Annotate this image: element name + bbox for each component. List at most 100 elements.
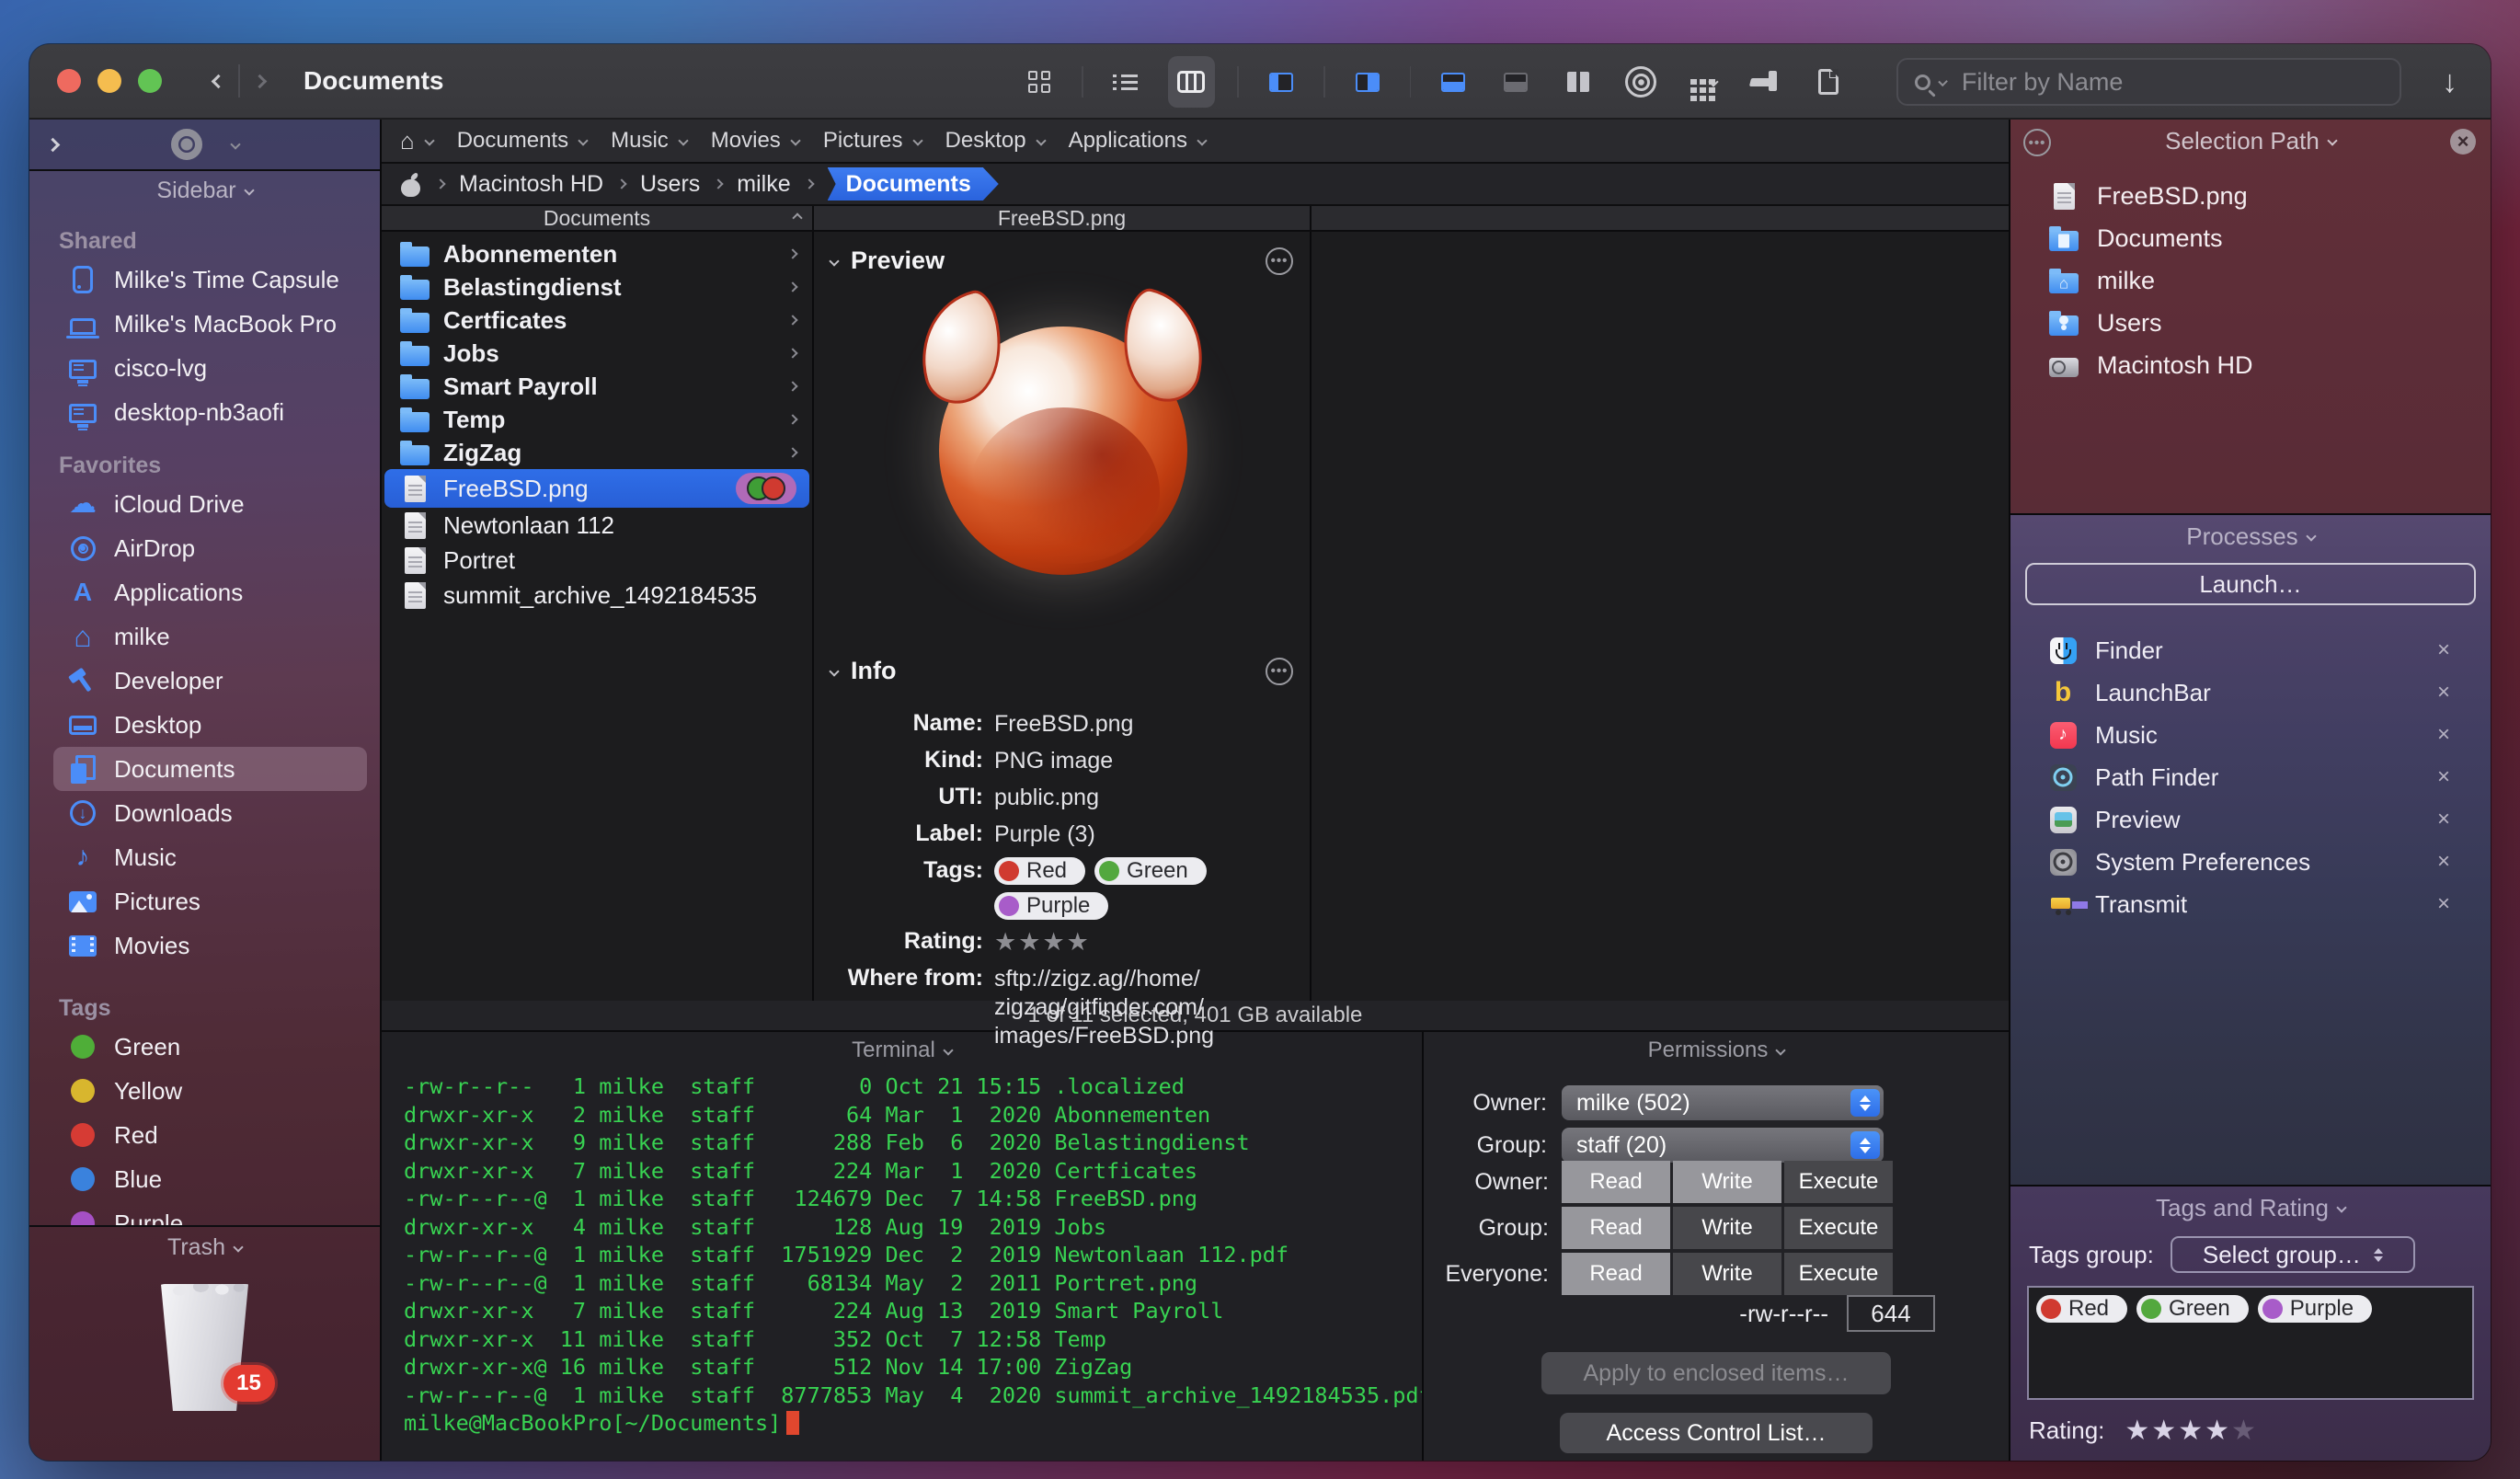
shortcut-folder-menu[interactable]: Music — [611, 128, 689, 154]
shortcut-folder-menu[interactable]: Movies — [711, 128, 801, 154]
minimize-window-button[interactable] — [97, 69, 121, 93]
zoom-window-button[interactable] — [138, 69, 162, 93]
folder-row[interactable]: Abonnementen — [384, 237, 809, 270]
quit-process-icon[interactable]: × — [2437, 722, 2450, 748]
dual-pane-button[interactable] — [1558, 56, 1598, 108]
quit-process-icon[interactable]: × — [2437, 637, 2450, 663]
selection-path-header[interactable]: Selection Path — [2010, 120, 2491, 162]
sidebar-item[interactable]: ♪ Music — [53, 835, 367, 879]
quit-process-icon[interactable]: × — [2437, 849, 2450, 875]
sidebar-item[interactable]: desktop-nb3aofi — [53, 390, 367, 434]
owner-select[interactable]: milke (502) — [1562, 1085, 1884, 1120]
sidebar-tag-item[interactable]: Blue — [53, 1157, 367, 1201]
quit-process-icon[interactable]: × — [2437, 891, 2450, 917]
read-toggle[interactable]: Read — [1562, 1207, 1670, 1249]
tag-pill[interactable]: Purple — [994, 892, 1109, 920]
shortcut-folder-menu[interactable]: Applications — [1069, 128, 1208, 154]
tag-pill[interactable]: Green — [1094, 857, 1207, 885]
process-row[interactable]: Finder × — [2047, 629, 2491, 671]
tools-button[interactable] — [1746, 56, 1786, 108]
shortcut-folder-menu[interactable]: Desktop — [945, 128, 1047, 154]
star-icon[interactable]: ★ — [2125, 1416, 2151, 1446]
execute-toggle[interactable]: Execute — [1784, 1253, 1893, 1295]
more-options-icon[interactable] — [2023, 129, 2051, 156]
more-options-icon[interactable] — [1266, 657, 1293, 685]
group-select[interactable]: staff (20) — [1562, 1128, 1884, 1163]
sidebar-item[interactable]: ↓ Downloads — [53, 791, 367, 835]
tag-pill[interactable]: Red — [994, 857, 1086, 885]
sidebar-item[interactable]: Milke's MacBook Pro — [53, 302, 367, 346]
process-row[interactable]: Transmit × — [2047, 883, 2491, 925]
tags-rating-header[interactable]: Tags and Rating — [2010, 1187, 2491, 1229]
chevron-down-icon[interactable] — [229, 139, 241, 150]
toggle-drawer-button[interactable] — [1495, 56, 1536, 108]
sidebar-tag-item[interactable]: Red — [53, 1113, 367, 1157]
filter-field[interactable] — [1896, 58, 2401, 106]
folder-row[interactable]: Smart Payroll — [384, 370, 809, 403]
column-view-button[interactable] — [1167, 56, 1216, 108]
process-row[interactable]: b LaunchBar × — [2047, 671, 2491, 714]
sidebar-item[interactable]: cisco-lvg — [53, 346, 367, 390]
rating-stars[interactable]: ★★★★★ — [2125, 1415, 2258, 1447]
file-row[interactable]: summit_archive_1492184535 — [384, 578, 809, 613]
folder-row[interactable]: Jobs — [384, 337, 809, 370]
record-target-icon[interactable] — [170, 129, 202, 160]
write-toggle[interactable]: Write — [1673, 1161, 1781, 1203]
toggle-right-panel-button[interactable] — [1347, 56, 1388, 108]
sidebar-item[interactable]: Desktop — [53, 703, 367, 747]
selection-path-item[interactable]: ⌂ milke — [2047, 259, 2491, 302]
process-row[interactable]: System Preferences × — [2047, 841, 2491, 883]
read-toggle[interactable]: Read — [1562, 1161, 1670, 1203]
sidebar-item[interactable]: Milke's Time Capsule — [53, 258, 367, 302]
forward-button[interactable] — [252, 74, 268, 88]
sidebar-item[interactable]: Developer — [53, 659, 367, 703]
close-panel-icon[interactable]: × — [2450, 129, 2476, 155]
breadcrumb-item[interactable]: Users — [640, 171, 700, 198]
tag-pill[interactable]: Red — [2036, 1295, 2128, 1323]
shortcut-home[interactable]: ⌂ — [400, 129, 435, 153]
star-icon[interactable]: ★ — [1042, 928, 1066, 956]
downloads-arrow-icon[interactable]: ↓ — [2442, 64, 2457, 100]
tag-pill[interactable]: Green — [2136, 1295, 2249, 1323]
file-row[interactable]: Portret — [384, 543, 809, 578]
quit-process-icon[interactable]: × — [2437, 807, 2450, 832]
folder-row[interactable]: Belastingdienst — [384, 270, 809, 304]
selection-path-item[interactable]: FreeBSD.png — [2047, 175, 2491, 217]
star-icon[interactable]: ★ — [2205, 1416, 2231, 1446]
close-window-button[interactable] — [57, 69, 81, 93]
apply-to-enclosed-button[interactable]: Apply to enclosed items… — [1541, 1352, 1891, 1394]
tags-box[interactable]: Red Green Purple — [2027, 1286, 2474, 1400]
selection-path-item[interactable]: Documents — [2047, 217, 2491, 259]
tags-group-select[interactable]: Select group… — [2170, 1236, 2415, 1273]
sidebar-item[interactable]: Pictures — [53, 879, 367, 923]
selection-path-item[interactable]: Macintosh HD — [2047, 344, 2491, 386]
terminal-output[interactable]: -rw-r--r-- 1 milke staff 0 Oct 21 15:15 … — [382, 1069, 1422, 1461]
file-row[interactable]: FreeBSD.png — [384, 469, 809, 508]
write-toggle[interactable]: Write — [1673, 1253, 1781, 1295]
write-toggle[interactable]: Write — [1673, 1207, 1781, 1249]
back-button[interactable] — [211, 74, 226, 88]
sidebar-tag-item[interactable]: Yellow — [53, 1069, 367, 1113]
process-row[interactable]: ♪ Music × — [2047, 714, 2491, 756]
sidebar-item[interactable]: ☁ iCloud Drive — [53, 482, 367, 526]
column-header-file[interactable]: FreeBSD.png — [814, 206, 1312, 230]
breadcrumb-item[interactable]: Macintosh HD — [459, 171, 603, 198]
rating-stars[interactable]: ★★★★ — [994, 928, 1091, 957]
list-view-button[interactable] — [1105, 56, 1146, 108]
star-icon[interactable]: ★ — [2231, 1416, 2258, 1446]
preview-section-header[interactable]: Preview — [829, 246, 1293, 275]
folder-row[interactable]: Temp — [384, 403, 809, 436]
star-icon[interactable]: ★ — [1067, 928, 1091, 956]
sidebar-tag-item[interactable]: Green — [53, 1025, 367, 1069]
sidebar-item[interactable]: Movies — [53, 923, 367, 968]
read-toggle[interactable]: Read — [1562, 1253, 1670, 1295]
star-icon[interactable]: ★ — [1018, 928, 1042, 956]
sidebar-title[interactable]: Sidebar — [29, 171, 380, 210]
selection-path-item[interactable]: Users — [2047, 302, 2491, 344]
folder-row[interactable]: Certficates — [384, 304, 809, 337]
sidebar-item[interactable]: ⌂ milke — [53, 614, 367, 659]
clipboard-button[interactable] — [1808, 56, 1849, 108]
toggle-left-panel-button[interactable] — [1261, 56, 1301, 108]
shortcut-folder-menu[interactable]: Documents — [457, 128, 589, 154]
info-section-header[interactable]: Info — [829, 657, 1293, 685]
